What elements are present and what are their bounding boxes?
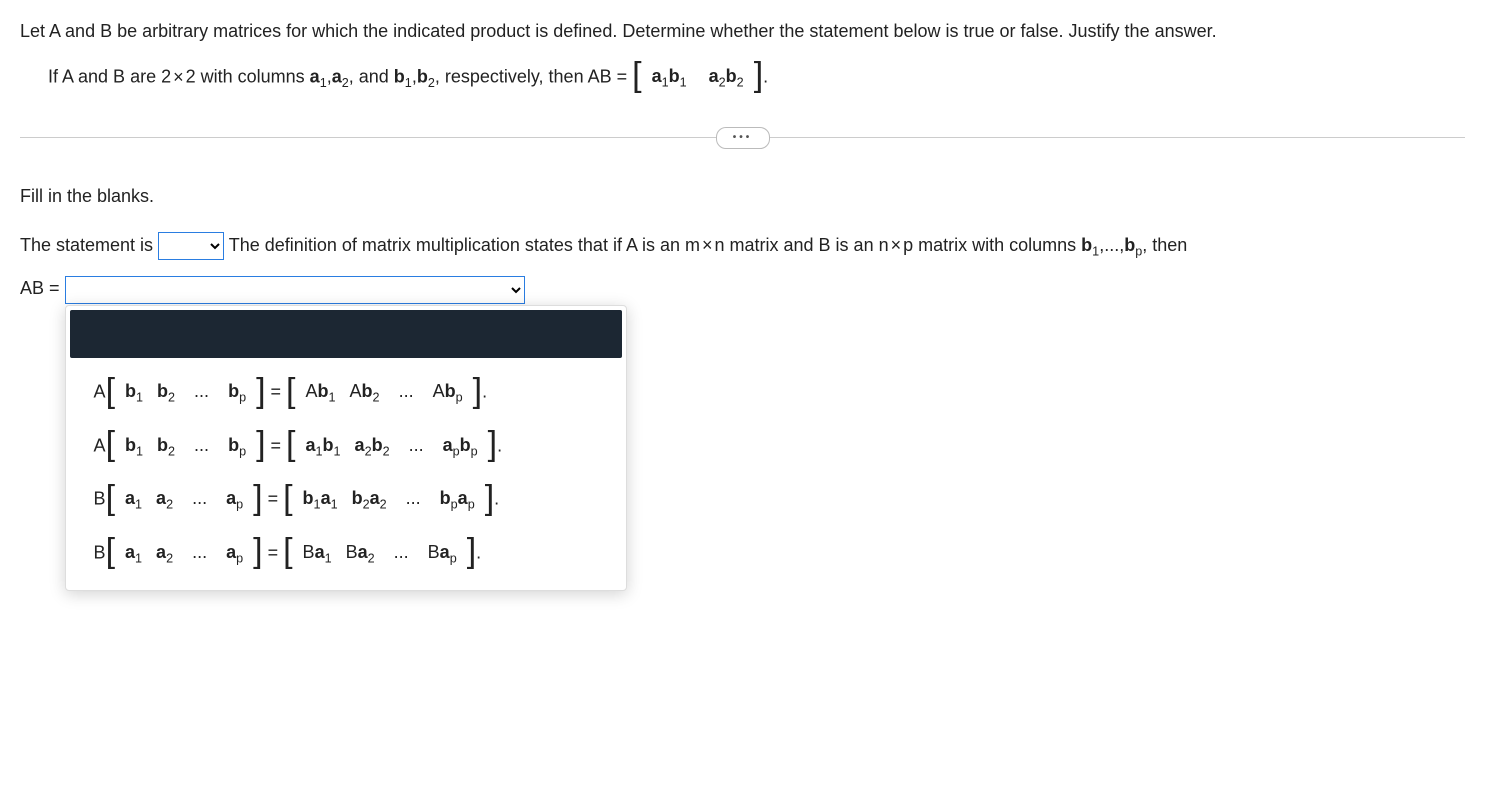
bracket-left: [ <box>632 62 641 89</box>
sent-p2: The definition of matrix multiplication … <box>229 235 700 255</box>
sent-p3: n matrix and B is an n <box>715 235 889 255</box>
ab-eq-label: AB = <box>20 278 60 298</box>
stmt-mid3: , respectively, then AB = <box>435 67 627 87</box>
sub-b2: 2 <box>428 76 435 90</box>
times-symbol: × <box>171 67 186 87</box>
vec-b1: b <box>394 67 405 87</box>
matrix-content: a1b1a2b2 <box>642 63 754 92</box>
m-b2: b <box>726 66 737 86</box>
dropdown-option-2[interactable]: A[b1b2 ... bp] = [a1b1a2b2 ... apbp]. <box>66 416 626 469</box>
m-a2: a <box>709 66 719 86</box>
dropdown-selected-blank[interactable] <box>70 310 622 358</box>
m-b1s: 1 <box>680 76 687 90</box>
expander-row: ••• <box>20 123 1465 153</box>
m-a2s: 2 <box>719 76 726 90</box>
intro-text: Let A and B be arbitrary matrices for wh… <box>20 21 1217 41</box>
sub-b1: 1 <box>405 76 412 90</box>
truefalse-select[interactable] <box>158 232 224 260</box>
definition-dropdown-panel: A[b1b2 ... bp] = [Ab1Ab2 ... Abp]. A[b1b… <box>65 305 627 591</box>
vec-b2: b <box>417 67 428 87</box>
dropdown-option-1[interactable]: A[b1b2 ... bp] = [Ab1Ab2 ... Abp]. <box>66 362 626 415</box>
definition-select-wrap: A[b1b2 ... bp] = [Ab1Ab2 ... Abp]. A[b1b… <box>65 275 525 304</box>
sub-a1: 1 <box>320 76 327 90</box>
m-a1: a <box>652 66 662 86</box>
sent-p4: p matrix with columns <box>903 235 1081 255</box>
dropdown-option-3[interactable]: B[a1a2 ... ap] = [b1a1b2a2 ... bpap]. <box>66 469 626 522</box>
bracket-right: ] <box>754 62 763 89</box>
times-3: × <box>889 235 904 255</box>
stmt-mid1: 2 with columns <box>186 67 310 87</box>
dropdown-option-4[interactable]: B[a1a2 ... ap] = [Ba1Ba2 ... Bap]. <box>66 523 626 576</box>
sent-b1: b <box>1081 235 1092 255</box>
fill-heading: Fill in the blanks. <box>20 183 1465 210</box>
m-b2s: 2 <box>737 76 744 90</box>
question-intro: Let A and B be arbitrary matrices for wh… <box>20 18 1465 45</box>
answer-sentence: The statement is The definition of matri… <box>20 232 1465 304</box>
stmt-period: . <box>763 67 768 87</box>
expand-button[interactable]: ••• <box>716 127 770 149</box>
stmt-prefix: If A and B are 2 <box>48 67 171 87</box>
ellipsis-icon: ••• <box>733 133 753 143</box>
question-statement: If A and B are 2×2 with columns a1,a2, a… <box>48 63 1465 93</box>
sent-dots: ,..., <box>1099 235 1124 255</box>
sent-p1: The statement is <box>20 235 153 255</box>
ab-line: AB = A[b1b2 ... bp] = [Ab1Ab2 ... Abp]. … <box>20 275 1465 304</box>
m-a1s: 1 <box>662 76 669 90</box>
sent-bp: b <box>1124 235 1135 255</box>
statement-matrix: [ a1b1a2b2 ] <box>632 63 763 92</box>
m-b1: b <box>669 66 680 86</box>
definition-select[interactable] <box>65 276 525 304</box>
vec-a2: a <box>332 67 342 87</box>
times-2: × <box>700 235 715 255</box>
vec-a1: a <box>310 67 320 87</box>
sent-p5: , then <box>1142 235 1187 255</box>
sub-a2: 2 <box>342 76 349 90</box>
stmt-mid2: , and <box>349 67 394 87</box>
